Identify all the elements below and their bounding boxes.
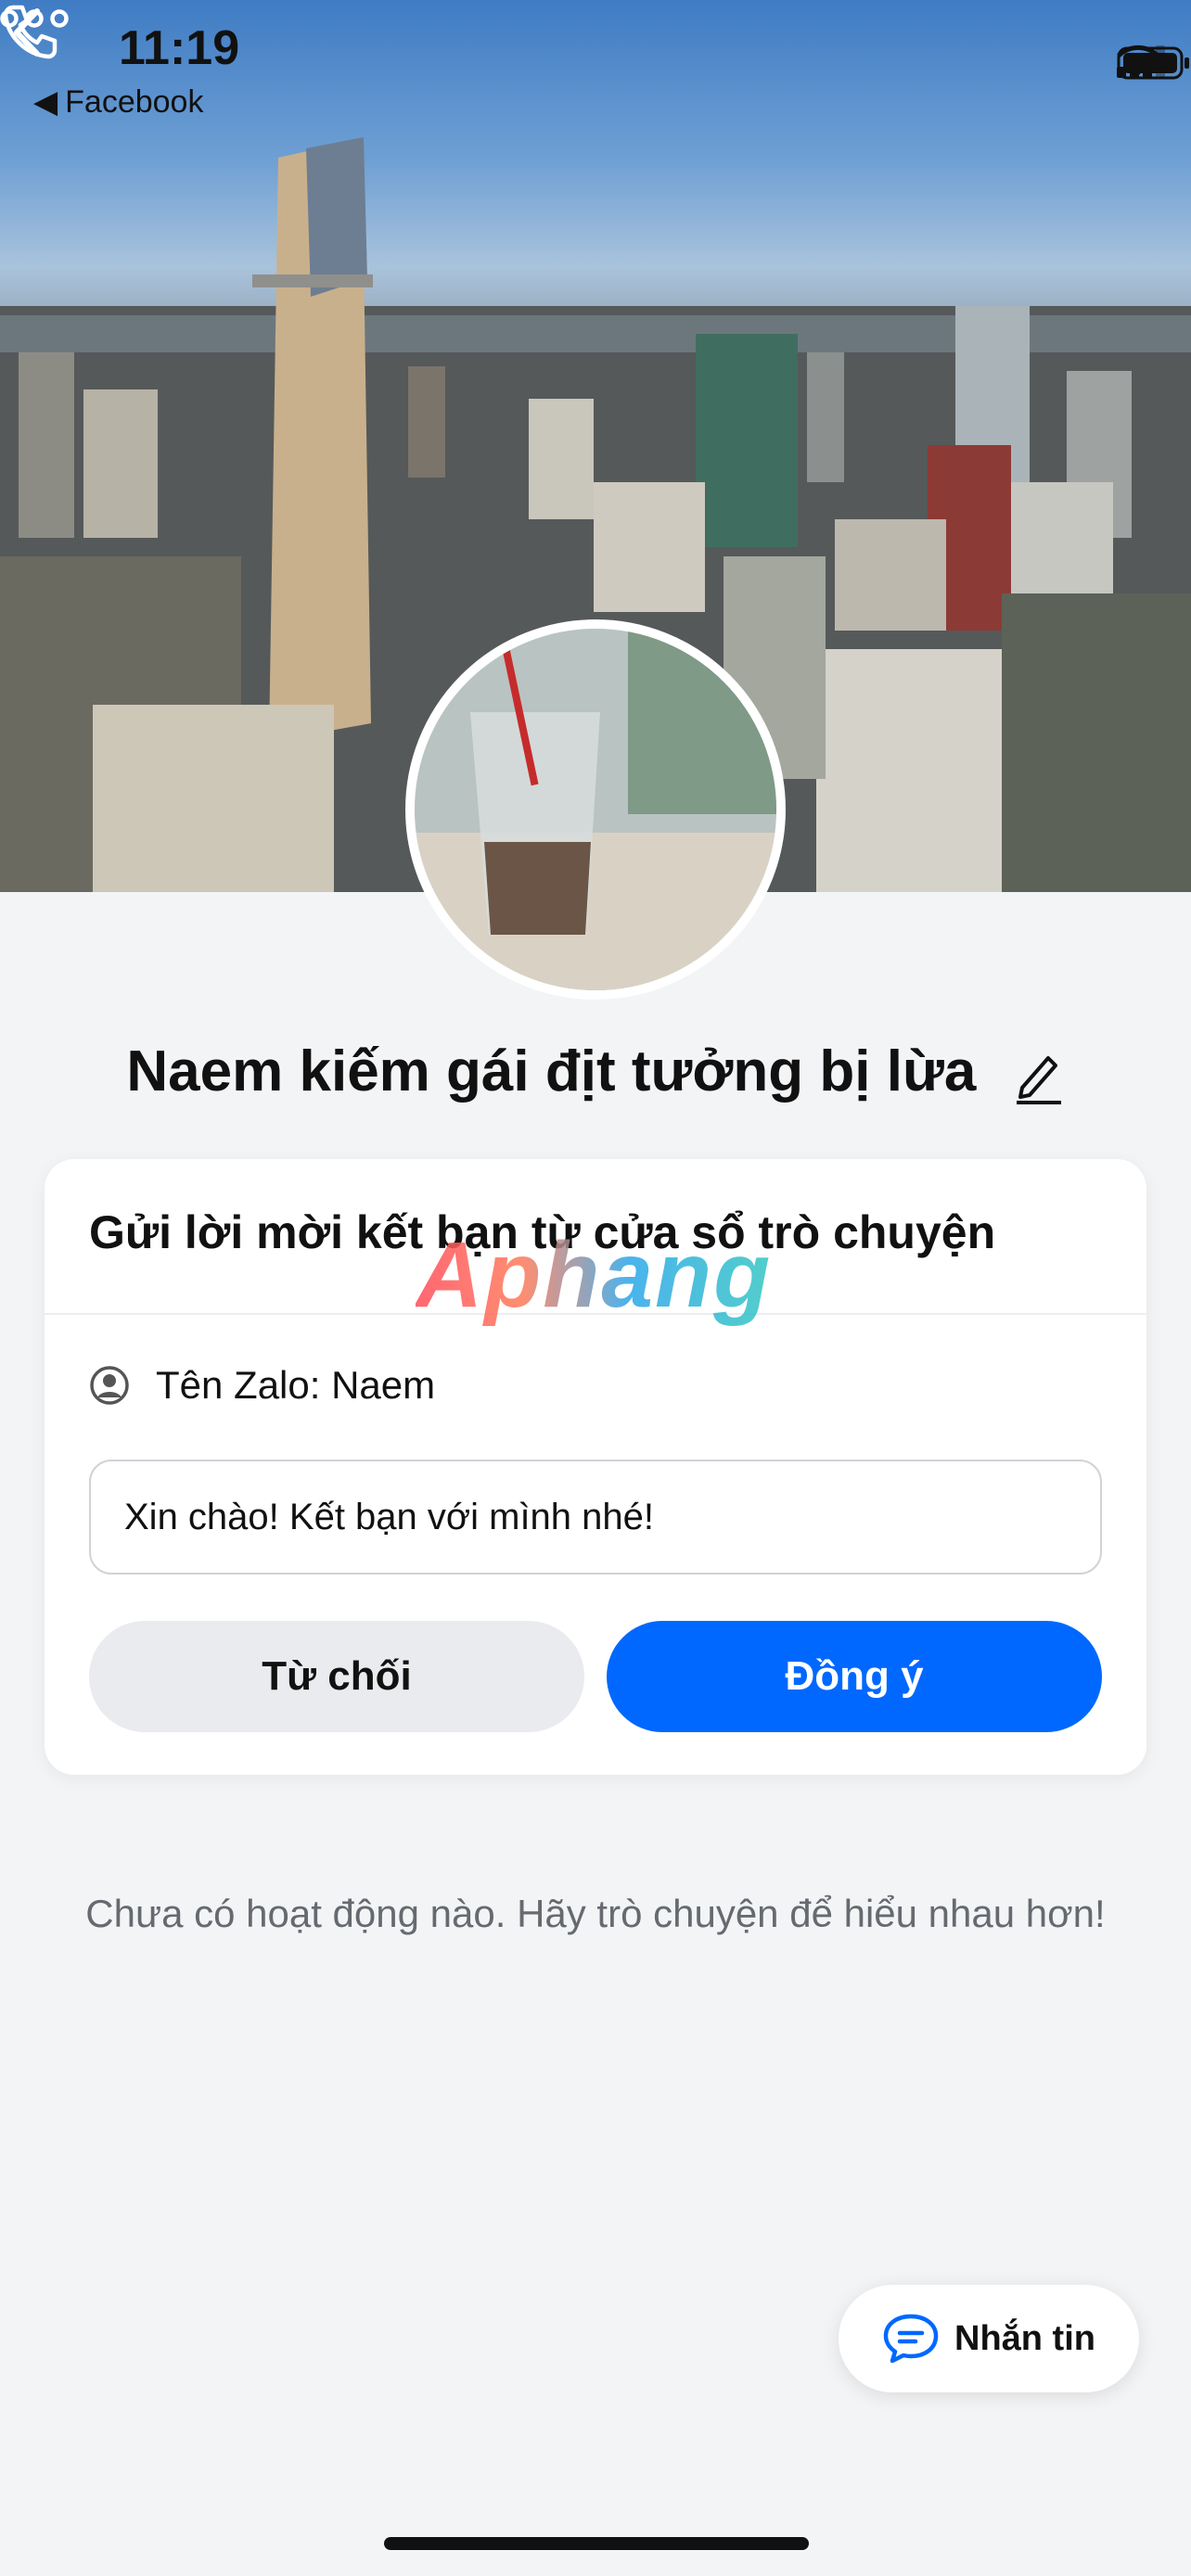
home-indicator[interactable] <box>384 2537 809 2550</box>
zalo-name-row: Tên Zalo: Naem <box>89 1363 435 1408</box>
decline-button[interactable]: Từ chối <box>89 1621 584 1732</box>
profile-name-row: Naem kiếm gái địt tưởng bị lừa <box>0 1039 1191 1104</box>
avatar[interactable] <box>405 619 786 1000</box>
status-time: 11:19 <box>119 21 240 75</box>
back-triangle-icon: ◀ <box>33 84 58 120</box>
back-to-app-link[interactable]: ◀ Facebook <box>33 83 203 121</box>
chat-bubble-icon <box>883 2314 939 2364</box>
watermark-logo: Aphang <box>416 1223 773 1327</box>
battery-icon <box>1117 46 1189 80</box>
edit-pencil-icon[interactable] <box>1013 1047 1065 1104</box>
avatar-image <box>415 629 776 990</box>
message-button[interactable]: Nhắn tin <box>839 2285 1139 2392</box>
greeting-message-input[interactable] <box>89 1460 1102 1575</box>
empty-activity-text: Chưa có hoạt động nào. Hãy trò chuyện để… <box>85 1892 1106 1935</box>
more-icon[interactable] <box>0 0 69 37</box>
message-button-label: Nhắn tin <box>954 2318 1095 2358</box>
accept-button[interactable]: Đồng ý <box>607 1621 1102 1732</box>
back-app-label: Facebook <box>65 83 204 120</box>
user-circle-icon <box>90 1366 129 1405</box>
zalo-name: Tên Zalo: Naem <box>156 1363 436 1407</box>
profile-name: Naem kiếm gái địt tưởng bị lừa <box>126 1039 977 1103</box>
